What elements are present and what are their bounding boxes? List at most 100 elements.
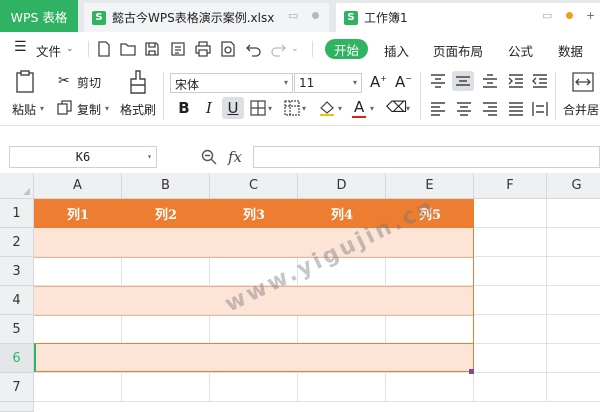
grid-cell[interactable] <box>298 373 386 402</box>
export-pdf-icon[interactable] <box>170 41 186 57</box>
grid-cell[interactable] <box>474 373 547 402</box>
name-box[interactable]: K6 ▾ <box>9 146 157 168</box>
grid-cell[interactable] <box>547 373 600 402</box>
chevron-down-icon[interactable]: ▾ <box>268 104 272 113</box>
grid-cell[interactable] <box>547 228 600 257</box>
chevron-down-icon[interactable]: ▾ <box>105 104 109 113</box>
grid-cell[interactable] <box>122 373 210 402</box>
merge-center-button[interactable]: 合并居 <box>563 101 599 118</box>
table-cell[interactable] <box>34 257 122 286</box>
font-name-select[interactable]: 宋体 ▾ <box>170 73 293 93</box>
select-all-corner[interactable] <box>0 173 34 199</box>
outdent-icon[interactable] <box>532 73 548 89</box>
eraser-icon[interactable]: ⌫ <box>386 98 407 116</box>
table-row-banded[interactable] <box>34 228 474 257</box>
tab-home[interactable]: 开始 <box>325 39 368 59</box>
open-folder-icon[interactable] <box>120 41 136 57</box>
grid-cell[interactable] <box>547 286 600 315</box>
column-header-b[interactable]: B <box>122 173 210 199</box>
tab-formulas[interactable]: 公式 <box>508 41 533 60</box>
table-row-banded[interactable] <box>34 286 474 315</box>
column-header-a[interactable]: A <box>34 173 122 199</box>
grid-cell[interactable] <box>474 199 547 228</box>
new-file-icon[interactable] <box>96 41 112 57</box>
borders-icon[interactable] <box>250 100 266 116</box>
align-left-icon[interactable] <box>430 101 446 117</box>
table-cell[interactable] <box>210 315 298 344</box>
decrease-font-icon[interactable]: A− <box>395 73 412 91</box>
column-header-g[interactable]: G <box>547 173 600 199</box>
file-menu[interactable]: 文件 <box>36 41 61 60</box>
save-icon[interactable] <box>144 41 160 57</box>
chevron-down-icon[interactable]: ⌄ <box>291 44 299 54</box>
grid-cell[interactable] <box>386 373 474 402</box>
increase-font-icon[interactable]: A+ <box>370 73 387 91</box>
tab-page-layout[interactable]: 页面布局 <box>433 41 483 60</box>
grid-cell[interactable] <box>547 257 600 286</box>
row-header-3[interactable]: 3 <box>0 257 34 286</box>
align-right-icon[interactable] <box>482 101 498 117</box>
table-cell[interactable] <box>386 257 474 286</box>
grid-cell[interactable] <box>474 228 547 257</box>
table-resize-handle[interactable] <box>469 369 474 374</box>
table-header-cell[interactable]: 列5 <box>386 199 474 228</box>
grid-cell[interactable] <box>547 344 600 373</box>
paste-button[interactable]: 粘贴 <box>12 101 36 118</box>
row-header-5[interactable]: 5 <box>0 315 34 344</box>
align-top-icon[interactable] <box>430 73 446 89</box>
merge-center-icon[interactable] <box>572 72 594 92</box>
print-preview-icon[interactable] <box>220 41 236 57</box>
tab-float-icon[interactable]: ▭ <box>288 9 298 22</box>
chevron-down-icon[interactable]: ▾ <box>40 104 44 113</box>
grid-cell[interactable] <box>474 257 547 286</box>
format-painter-icon[interactable] <box>128 70 148 94</box>
copy-icon[interactable] <box>57 100 72 115</box>
chevron-down-icon[interactable]: ▾ <box>302 104 306 113</box>
font-color-icon[interactable]: A <box>354 98 364 116</box>
grid-cell[interactable] <box>474 286 547 315</box>
bold-icon[interactable]: B <box>173 97 195 119</box>
table-row-banded[interactable] <box>34 344 474 373</box>
indent-icon[interactable] <box>508 73 524 89</box>
grid-cell[interactable] <box>474 344 547 373</box>
print-icon[interactable] <box>195 41 211 57</box>
table-cell[interactable] <box>34 315 122 344</box>
copy-button[interactable]: 复制 <box>77 101 101 118</box>
column-header-c[interactable]: C <box>210 173 298 199</box>
row-header-6[interactable]: 6 <box>0 344 34 373</box>
underline-icon[interactable]: U <box>222 97 244 119</box>
paste-icon[interactable] <box>14 70 36 94</box>
table-cell[interactable] <box>122 257 210 286</box>
redo-icon[interactable] <box>270 41 286 57</box>
table-cell[interactable] <box>386 315 474 344</box>
grid-cell[interactable] <box>547 315 600 344</box>
new-tab-icon[interactable]: + <box>586 9 595 22</box>
chevron-down-icon[interactable]: ⌄ <box>66 44 74 54</box>
fill-color-icon[interactable] <box>318 99 336 117</box>
align-bottom-icon[interactable] <box>482 73 498 89</box>
insert-function-icon[interactable]: fx <box>228 148 242 166</box>
align-center-icon[interactable] <box>456 101 472 117</box>
doc-tab-workbook[interactable]: S 工作簿1 <box>336 3 600 32</box>
chevron-down-icon[interactable]: ▾ <box>406 104 410 113</box>
row-header-4[interactable]: 4 <box>0 286 34 315</box>
font-size-select[interactable]: 11 ▾ <box>294 73 362 93</box>
grid-cell[interactable] <box>547 199 600 228</box>
format-painter-button[interactable]: 格式刷 <box>120 101 156 118</box>
table-cell[interactable] <box>122 315 210 344</box>
table-header-cell[interactable]: 列4 <box>298 199 386 228</box>
tab-data[interactable]: 数据 <box>558 41 583 60</box>
table-header-cell[interactable]: 列1 <box>34 199 122 228</box>
hamburger-menu-icon[interactable]: ☰ <box>14 39 27 55</box>
table-header-cell[interactable]: 列2 <box>122 199 210 228</box>
tab-insert[interactable]: 插入 <box>384 41 409 60</box>
grid-cell[interactable] <box>210 373 298 402</box>
undo-icon[interactable] <box>246 41 262 57</box>
table-cell[interactable] <box>298 257 386 286</box>
cell-style-icon[interactable] <box>284 100 300 116</box>
tab-float-icon[interactable]: ▭ <box>542 9 552 22</box>
tab-close-icon[interactable] <box>312 12 319 19</box>
column-header-d[interactable]: D <box>298 173 386 199</box>
distribute-icon[interactable] <box>532 101 548 117</box>
justify-icon[interactable] <box>508 101 524 117</box>
